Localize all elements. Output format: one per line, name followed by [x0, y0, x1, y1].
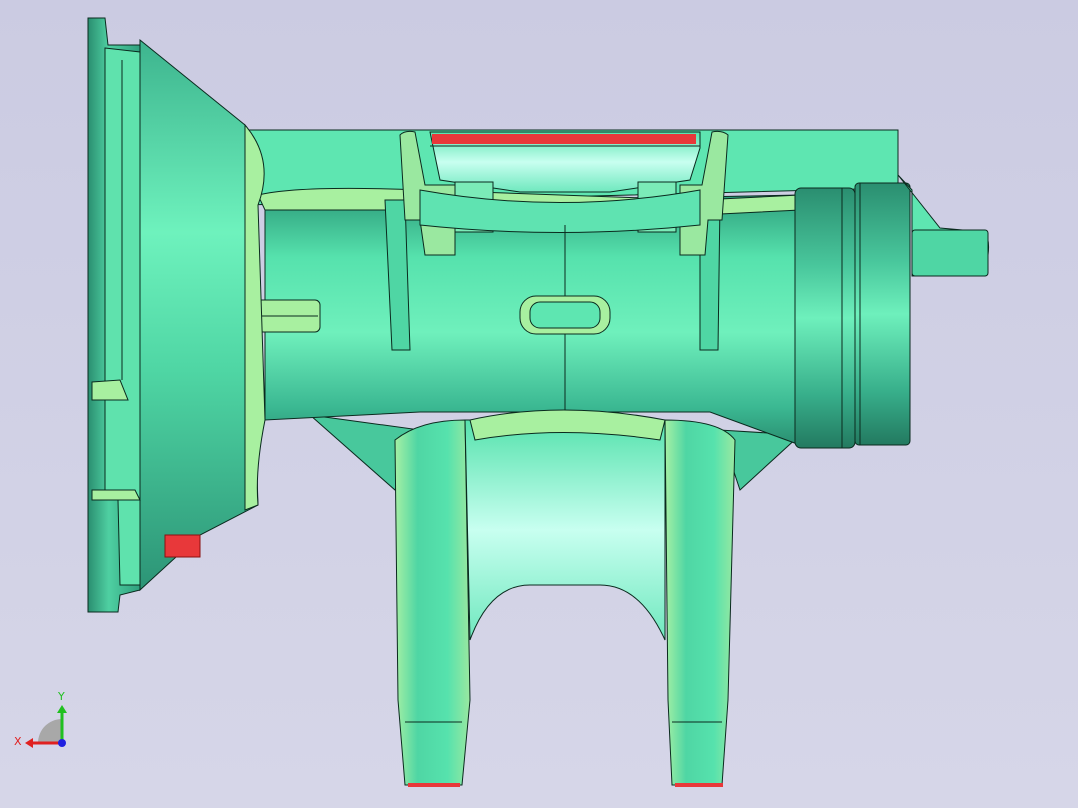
z-axis-dot [58, 739, 66, 747]
x-axis-label: X [14, 735, 22, 748]
bore-flange [854, 182, 911, 446]
left-leg [394, 419, 471, 786]
top-red-edge [432, 134, 696, 144]
right-leg [664, 419, 736, 786]
flange-red-detail [164, 534, 201, 558]
bore-step [794, 187, 856, 449]
model-canvas[interactable]: X Y [0, 0, 1078, 808]
y-axis-label: Y [57, 690, 65, 703]
3d-viewport[interactable]: X Y [0, 0, 1078, 808]
conical-transition [139, 38, 259, 592]
